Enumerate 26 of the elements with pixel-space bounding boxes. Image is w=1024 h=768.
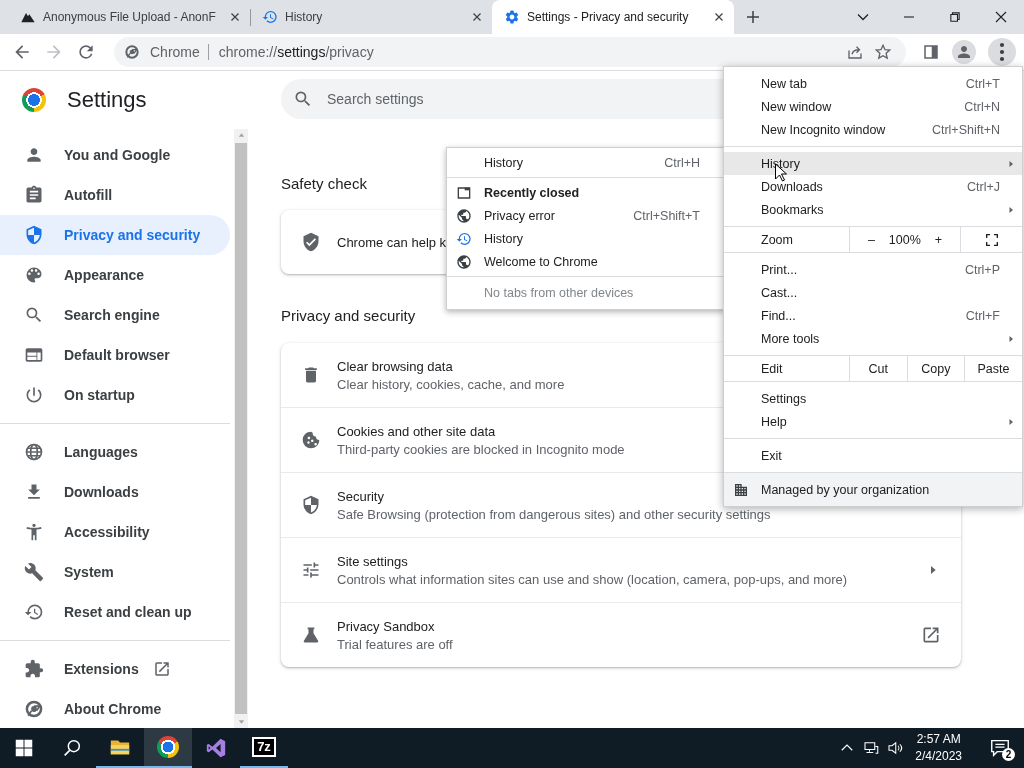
site-chip: Chrome [150,44,209,60]
row-title: Site settings [337,553,408,569]
row-description: Clear history, cookies, cache, and more [337,376,565,392]
tab-title: Anonymous File Upload - AnonF [43,10,217,24]
row-description: Controls what information sites can use and show (location, camera, pop-ups, and more) [337,571,848,587]
page-title: Settings [67,87,147,113]
menu-heading: Recently closed [484,185,581,200]
row-title: Privacy Sandbox [337,618,435,634]
row-description: Safe Browsing (protection from dangerous sites) and other security settings [337,506,771,522]
row-description: Trial features are off [337,636,453,652]
tab-title: Settings - Privacy and security [527,10,690,24]
row-title: Cookies and other site data [337,423,496,439]
row-title: Chrome can help k [337,234,447,250]
app-label: 7z [252,737,276,757]
url-text: chrome://settings/privacy [218,44,374,60]
notification-count: 2 [1002,748,1015,761]
menu-label: Edit [760,360,784,378]
menu-label: Zoom [760,231,794,249]
row-title: Security [337,488,384,504]
row-title: Clear browsing data [337,358,453,374]
tab-title: History [285,10,324,24]
zoom-level: 100% [888,232,921,247]
menu-note: No tabs from other devices [484,286,635,300]
section-title: Privacy and security [281,306,416,326]
row-description: Third-party cookies are blocked in Incognito mode [337,441,625,457]
section-title: Safety check [281,174,367,194]
